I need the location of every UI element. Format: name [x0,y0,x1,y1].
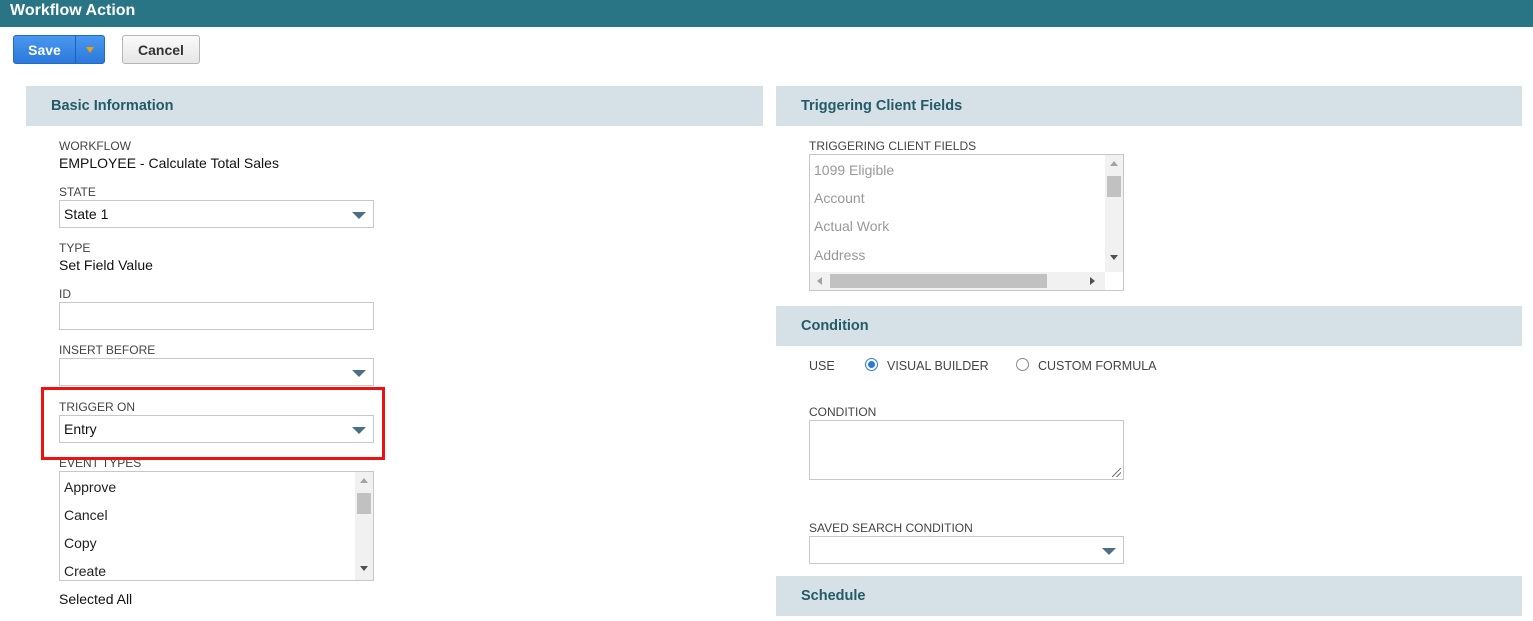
triggering-client-fields-listbox[interactable]: 1099 Eligible Account Actual Work Addres… [809,154,1124,291]
state-label: STATE [59,185,96,199]
list-item[interactable]: Account [814,190,865,206]
section-basic-information: Basic Information [26,86,763,126]
section-schedule: Schedule [776,576,1522,616]
list-item[interactable]: Cancel [64,507,108,523]
type-value: Set Field Value [59,257,153,273]
insert-before-label: INSERT BEFORE [59,343,156,357]
scroll-up-icon[interactable] [360,478,368,483]
saved-search-condition-select[interactable] [809,536,1124,564]
highlight-annotation [41,387,385,460]
cancel-button[interactable]: Cancel [122,35,200,64]
condition-textarea[interactable] [809,420,1124,480]
saved-search-condition-label: SAVED SEARCH CONDITION [809,521,973,535]
scroll-up-icon[interactable] [1110,161,1118,166]
section-title: Basic Information [51,98,174,114]
scrollbar-thumb[interactable] [830,274,1047,288]
condition-label: CONDITION [809,405,877,419]
window-title: Workflow Action [10,2,136,19]
workflow-label: WORKFLOW [59,139,131,153]
scrollbar-thumb[interactable] [357,493,371,514]
scrollbar-thumb[interactable] [1107,176,1121,197]
triggering-client-fields-label: TRIGGERING CLIENT FIELDS [809,139,977,153]
title-bar: Workflow Action [0,0,1533,27]
workflow-value: EMPLOYEE - Calculate Total Sales [59,155,279,171]
chevron-down-icon [1102,548,1116,555]
scroll-right-icon[interactable] [1090,277,1095,285]
insert-before-select[interactable] [59,358,374,386]
save-options-button[interactable] [76,36,104,63]
section-condition: Condition [776,306,1522,346]
list-item[interactable]: 1099 Eligible [814,162,894,178]
use-label: USE [809,359,835,373]
state-select[interactable]: State 1 [59,200,374,228]
event-types-listbox[interactable]: Approve Cancel Copy Create [59,471,374,581]
type-label: TYPE [59,241,91,255]
section-title: Triggering Client Fields [801,98,963,114]
visual-builder-label[interactable]: VISUAL BUILDER [887,359,989,373]
scroll-down-icon[interactable] [360,566,368,571]
section-triggering-client-fields: Triggering Client Fields [776,86,1522,126]
scroll-down-icon[interactable] [1110,255,1118,260]
horizontal-scrollbar[interactable] [810,272,1105,290]
state-selected-value: State 1 [64,206,109,222]
section-title: Schedule [801,588,866,604]
list-item[interactable]: Approve [64,479,116,495]
id-input[interactable] [59,302,374,330]
list-item[interactable]: Address [814,247,865,263]
list-item[interactable]: Actual Work [814,218,889,234]
selected-all-text: Selected All [59,591,133,607]
dropdown-arrow-icon [86,46,94,53]
resize-handle-icon[interactable] [1112,468,1121,477]
vertical-scrollbar[interactable] [355,472,373,580]
save-button[interactable]: Save [14,36,76,63]
custom-formula-label[interactable]: CUSTOM FORMULA [1038,359,1157,373]
scroll-left-icon[interactable] [817,277,822,285]
custom-formula-radio[interactable] [1016,358,1029,371]
save-button-group: Save [13,35,105,64]
chevron-down-icon [352,370,366,377]
id-label: ID [59,287,71,301]
list-item[interactable]: Copy [64,535,97,551]
vertical-scrollbar[interactable] [1105,155,1123,272]
list-item[interactable]: Create [64,563,106,579]
visual-builder-radio[interactable] [865,358,878,371]
chevron-down-icon [352,212,366,219]
section-title: Condition [801,318,869,334]
